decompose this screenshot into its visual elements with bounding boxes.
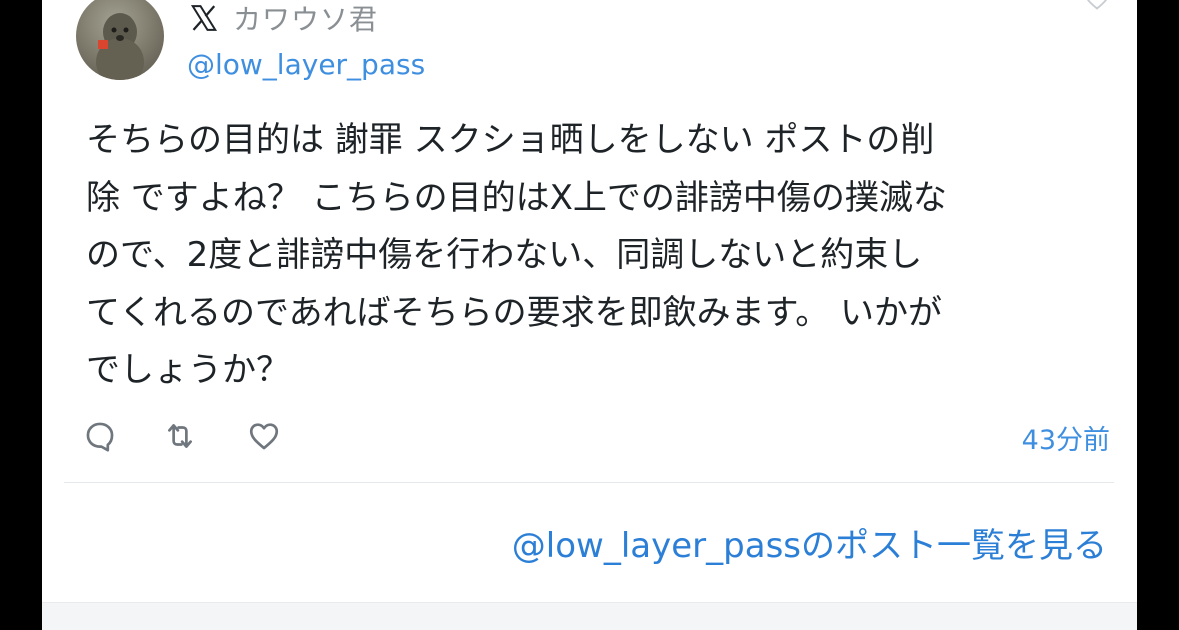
retweet-button[interactable] [160,416,200,456]
retweet-icon [168,424,192,448]
heart-outline-icon[interactable] [1083,0,1111,12]
avatar-otter-image [96,13,144,80]
like-button[interactable] [244,416,284,456]
action-bar: 43分前 [80,414,1110,458]
footer-bar [42,602,1137,630]
avatar[interactable] [76,0,164,80]
post-card: カワウソ君 @low_layer_pass そちらの目的は 謝罪 スクショ晒しを… [42,0,1137,630]
name-row: カワウソ君 [189,0,378,36]
heart-icon [249,423,279,450]
reply-button[interactable] [80,416,120,456]
view-user-posts-link[interactable]: @low_layer_passのポスト一覧を見る [512,518,1107,567]
divider [64,482,1114,483]
post-text: そちらの目的は 謝罪 スクショ晒しをしない ポストの削 除 ですよね？ こちらの… [86,120,947,390]
post-timestamp[interactable]: 43分前 [1022,418,1110,457]
user-handle[interactable]: @low_layer_pass [187,48,425,81]
reply-icon [86,422,114,452]
x-logo-icon [189,3,219,33]
display-name[interactable]: カワウソ君 [233,0,378,38]
